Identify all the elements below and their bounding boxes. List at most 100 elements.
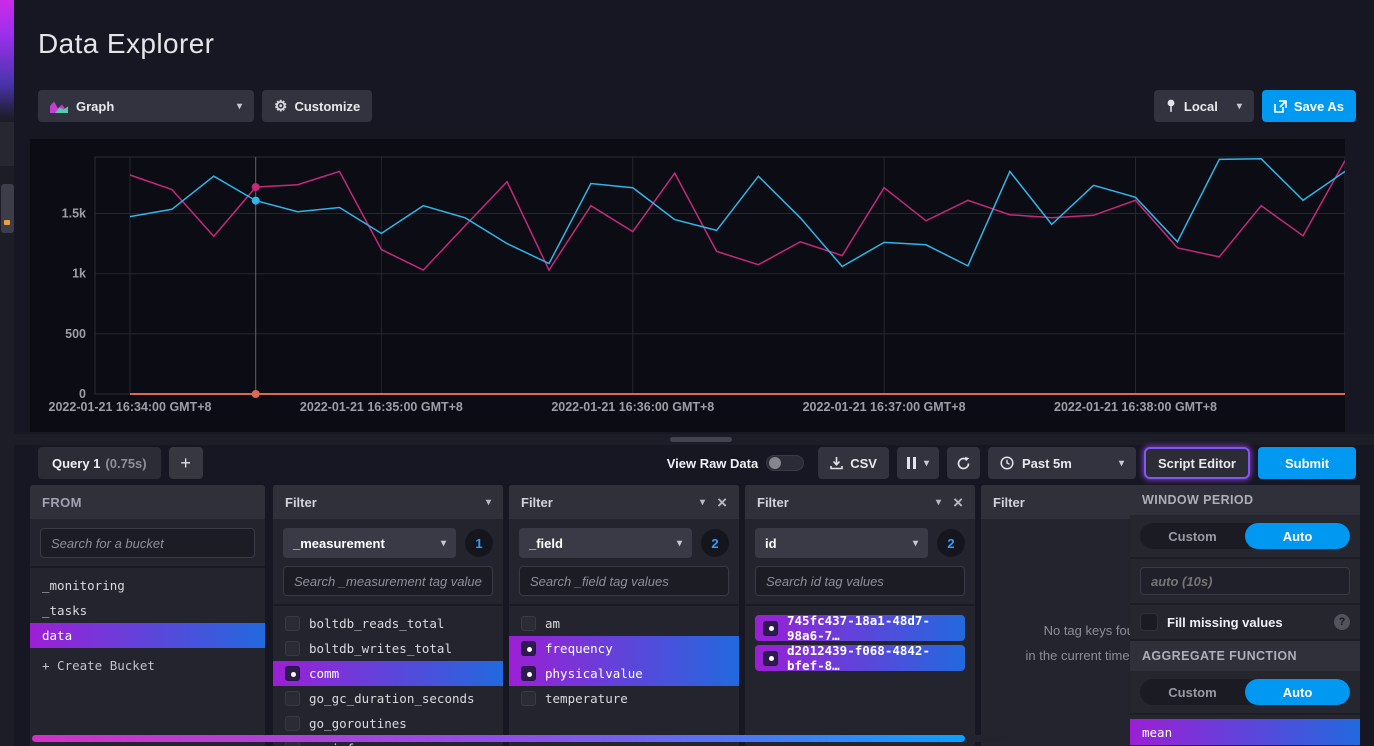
checkbox[interactable] [521,641,536,656]
tag-key-dropdown[interactable]: id ▾ [755,528,928,558]
tag-value-row[interactable]: go_gc_duration_seconds [273,686,503,711]
download-csv-button[interactable]: CSV [818,447,889,479]
tag-value-row[interactable]: am [509,611,739,636]
filter-panel-id: Filter ▾ × id ▾ 2 745fc437-18a1-48d7-98a… [745,485,975,746]
function-item[interactable]: mean [1130,719,1360,745]
checkbox[interactable] [521,666,536,681]
nav-item[interactable] [0,122,14,166]
tag-value-row[interactable]: physicalvalue [509,661,739,686]
script-editor-button[interactable]: Script Editor [1144,447,1250,479]
query-tab[interactable]: Query 1 (0.75s) [38,447,161,479]
timezone-dropdown[interactable]: Local ▾ [1154,90,1254,122]
svg-text:1.5k: 1.5k [62,207,86,221]
chevron-down-icon[interactable]: ▾ [486,497,491,508]
time-range-dropdown[interactable]: Past 5m ▾ [988,447,1136,479]
notification-dot [4,220,10,225]
view-type-dropdown[interactable]: Graph ▾ [38,90,254,122]
field-search-input[interactable] [519,566,729,596]
tag-value-row[interactable]: comm [273,661,503,686]
auto-option[interactable]: Auto [1245,523,1350,549]
auto-option[interactable]: Auto [1245,679,1350,705]
data-explorer-screen: Data Explorer Graph ▾ ⚙ Customize Local … [0,0,1374,746]
custom-option[interactable]: Custom [1140,679,1245,705]
from-panel: FROM _monitoring_tasksdata + Create Buck… [30,485,265,746]
checkbox[interactable] [285,641,300,656]
close-icon[interactable]: × [717,494,727,511]
bucket-item[interactable]: _monitoring [30,573,265,598]
submit-button[interactable]: Submit [1258,447,1356,479]
filter-panel-field: Filter ▾ × _field ▾ 2 amfrequencyphysica… [509,485,739,746]
time-range-label: Past 5m [1022,456,1072,471]
save-as-button[interactable]: Save As [1262,90,1356,122]
add-query-button[interactable]: + [169,447,203,479]
checkbox[interactable] [285,716,300,731]
window-period-mode-toggle: Custom Auto [1140,523,1350,549]
query-control-bar: Query 1 (0.75s) + View Raw Data CSV ▾ [38,447,1356,479]
tag-key-dropdown[interactable]: _measurement ▾ [283,528,456,558]
checkbox[interactable] [285,666,300,681]
selected-count-badge: 2 [937,529,965,557]
aggregate-mode-toggle: Custom Auto [1140,679,1350,705]
chevron-down-icon: ▾ [913,538,918,549]
checkbox[interactable] [521,616,536,631]
influxdb-logo [0,0,14,118]
pause-button[interactable]: ▾ [897,447,939,479]
line-chart[interactable]: 05001k1.5k2022-01-21 16:34:00 GMT+82022-… [30,139,1345,432]
checkbox[interactable] [285,691,300,706]
svg-text:2022-01-21 16:38:00 GMT+8: 2022-01-21 16:38:00 GMT+8 [1054,400,1217,414]
checkbox[interactable] [521,691,536,706]
chevron-down-icon[interactable]: ▾ [936,497,941,508]
view-type-label: Graph [76,99,114,114]
tag-value-list: amfrequencyphysicalvaluetemperature [509,604,739,716]
pause-icon [907,457,916,469]
custom-option[interactable]: Custom [1140,523,1245,549]
tag-value-row[interactable]: frequency [509,636,739,661]
panel-resize-handle[interactable] [14,434,1374,445]
tag-value-list: boltdb_reads_totalboltdb_writes_totalcom… [273,604,503,746]
selected-count-badge: 1 [465,529,493,557]
measurement-search-input[interactable] [283,566,493,596]
svg-text:500: 500 [65,327,86,341]
chevron-down-icon: ▾ [441,538,446,549]
chevron-down-icon: ▾ [1237,101,1242,112]
tag-value-row[interactable]: boltdb_reads_total [273,611,503,636]
svg-text:2022-01-21 16:36:00 GMT+8: 2022-01-21 16:36:00 GMT+8 [551,400,714,414]
checkbox[interactable] [285,616,300,631]
svg-text:2022-01-21 16:35:00 GMT+8: 2022-01-21 16:35:00 GMT+8 [300,400,463,414]
drag-grip-icon[interactable] [670,437,732,442]
tag-value-row[interactable]: d2012439-f068-4842-bfef-8… [755,645,965,671]
download-icon [830,456,843,470]
chart-panel: 05001k1.5k2022-01-21 16:34:00 GMT+82022-… [30,139,1345,432]
nav-item-active[interactable] [1,184,14,233]
scrollbar-thumb[interactable] [32,735,965,742]
bucket-item[interactable]: data [30,623,265,648]
tag-value-list: 745fc437-18a1-48d7-98a6-7… d2012439-f068-… [745,604,975,680]
nav-sidebar-strip[interactable] [0,0,14,746]
clock-icon [1000,456,1014,470]
create-bucket-button[interactable]: + Create Bucket [30,653,265,678]
refresh-button[interactable] [947,447,980,479]
page-title: Data Explorer [38,28,214,60]
tag-value-row[interactable]: temperature [509,686,739,711]
fill-missing-values-checkbox[interactable] [1140,613,1158,631]
selected-count-badge: 2 [701,529,729,557]
bucket-item[interactable]: _tasks [30,598,265,623]
horizontal-scrollbar[interactable] [32,735,1005,742]
checkbox[interactable] [763,621,778,636]
view-raw-data-label: View Raw Data [667,456,759,471]
customize-button[interactable]: ⚙ Customize [262,90,372,122]
checkbox[interactable] [763,651,778,666]
chevron-down-icon[interactable]: ▾ [700,497,705,508]
help-icon[interactable]: ? [1334,614,1350,630]
tag-value-row[interactable]: 745fc437-18a1-48d7-98a6-7… [755,615,965,641]
tag-value-row[interactable]: go_goroutines [273,711,503,736]
window-period-input[interactable] [1140,567,1350,595]
chevron-down-icon: ▾ [924,458,929,469]
view-raw-data-toggle[interactable] [766,455,804,471]
bucket-search-input[interactable] [40,528,255,558]
tag-value-row[interactable]: boltdb_writes_total [273,636,503,661]
close-icon[interactable]: × [953,494,963,511]
visualization-toolbar: Graph ▾ ⚙ Customize Local ▾ [38,90,1356,122]
id-search-input[interactable] [755,566,965,596]
tag-key-dropdown[interactable]: _field ▾ [519,528,692,558]
